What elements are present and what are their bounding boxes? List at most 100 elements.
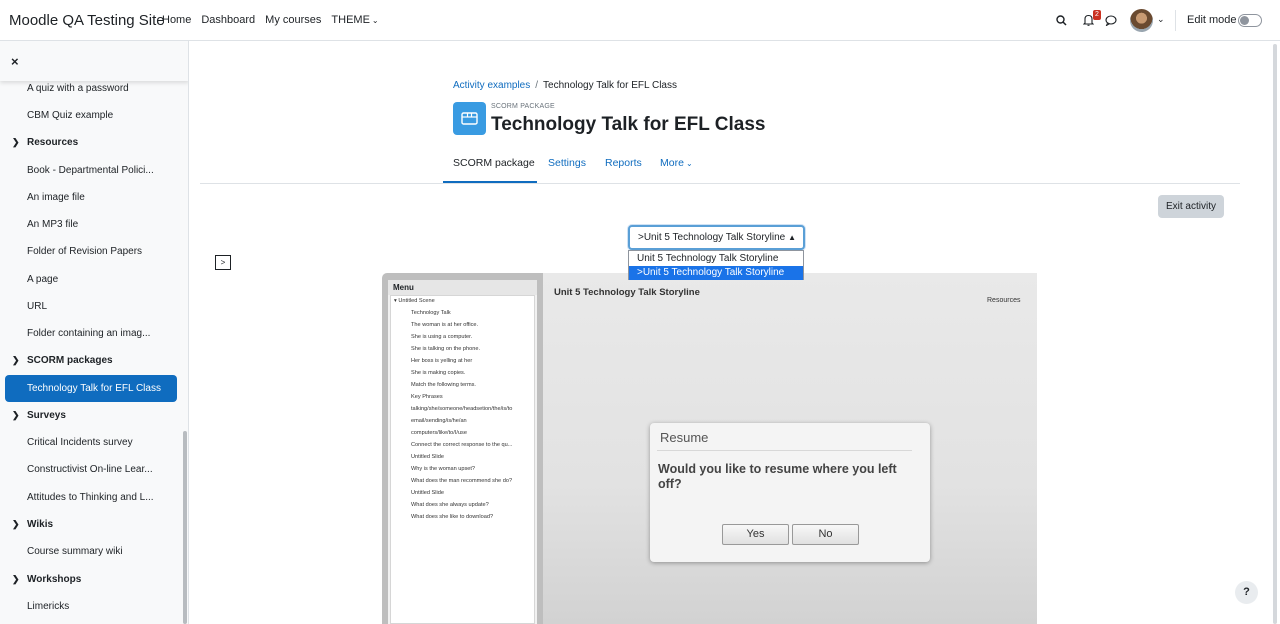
menu-scene-label: Untitled Scene [398, 298, 435, 304]
sidebar-item[interactable]: Book - Departmental Polici... [27, 165, 154, 176]
search-icon[interactable] [1056, 15, 1067, 26]
breadcrumb-current: Technology Talk for EFL Class [543, 80, 677, 91]
tabs-divider [200, 183, 1240, 184]
menu-item[interactable]: Untitled Slide [411, 490, 444, 496]
sco-select-option-selected[interactable]: >Unit 5 Technology Talk Storyline [629, 266, 803, 280]
sco-select-option[interactable]: Unit 5 Technology Talk Storyline [629, 252, 803, 266]
menu-item[interactable]: computers/like/to/I/use [411, 430, 467, 436]
menu-item[interactable]: She is making copies. [411, 370, 465, 376]
sidebar-section-surveys[interactable]: ❯ Surveys [12, 410, 66, 421]
page-scrollbar[interactable] [1273, 44, 1277, 624]
menu-item[interactable]: email/sending/is/he/an [411, 418, 467, 424]
sidebar-item[interactable]: Limericks [27, 601, 69, 612]
sidebar-item[interactable]: Critical Incidents survey [27, 437, 133, 448]
notification-count-badge: 2 [1093, 10, 1101, 20]
sidebar-item[interactable]: URL [27, 301, 47, 312]
no-button[interactable]: No [792, 524, 859, 545]
nav-my-courses[interactable]: My courses [265, 14, 321, 26]
section-label: SCORM packages [27, 355, 113, 366]
message-icon[interactable] [1105, 15, 1117, 26]
chevron-down-icon[interactable]: ⌄ [1157, 14, 1165, 25]
sco-select-value: >Unit 5 Technology Talk Storyline [638, 232, 786, 243]
drawer-header: × [0, 41, 188, 81]
tab-scorm-package[interactable]: SCORM package [453, 157, 535, 169]
menu-item[interactable]: What does the man recommend she do? [411, 478, 512, 484]
sco-select[interactable]: >Unit 5 Technology Talk Storyline ▲ [628, 225, 805, 250]
slide-title: Unit 5 Technology Talk Storyline [554, 287, 700, 298]
course-index-drawer: × A quiz with a password CBM Quiz exampl… [0, 41, 189, 624]
nav-theme-label: THEME [331, 14, 370, 26]
tab-more-label: More [660, 157, 684, 169]
breadcrumb: Activity examples / Technology Talk for EF… [453, 80, 677, 91]
sidebar-item[interactable]: Folder containing an imag... [27, 328, 150, 339]
sidebar-item[interactable]: Course summary wiki [27, 546, 123, 557]
sidebar-scrollbar[interactable] [183, 431, 187, 624]
section-label: Wikis [27, 519, 54, 530]
module-type-label: SCORM PACKAGE [491, 103, 555, 110]
nav-home[interactable]: Home [162, 14, 191, 26]
exit-activity-button[interactable]: Exit activity [1158, 195, 1224, 218]
tab-more[interactable]: More ⌄ [660, 157, 693, 169]
close-icon[interactable]: × [11, 54, 19, 69]
sidebar-item-active[interactable]: Technology Talk for EFL Class [5, 375, 177, 402]
breadcrumb-link[interactable]: Activity examples [453, 80, 530, 91]
page-title: Technology Talk for EFL Class [491, 114, 766, 135]
dialog-title: Resume [660, 430, 709, 445]
menu-item[interactable]: She is talking on the phone. [411, 346, 480, 352]
sidebar-section-workshops[interactable]: ❯ Workshops [12, 574, 81, 585]
menu-item[interactable]: What does she always update? [411, 502, 489, 508]
menu-item[interactable]: Connect the correct response to the qu..… [411, 442, 512, 448]
primary-nav: Home Dashboard My courses THEME ⌄ [162, 14, 399, 26]
sidebar-item[interactable]: A page [27, 274, 58, 285]
menu-item[interactable]: Key Phrases [411, 394, 443, 400]
chevron-down-icon: ⌄ [685, 159, 693, 168]
menu-item[interactable]: Her boss is yelling at her [411, 358, 472, 364]
section-label: Workshops [27, 574, 82, 585]
sidebar-item-label: Technology Talk for EFL Class [27, 383, 161, 394]
menu-item[interactable]: Match the following terms. [411, 382, 476, 388]
navbar-divider [1175, 10, 1176, 31]
site-name[interactable]: Moodle QA Testing Site [9, 12, 165, 29]
scorm-package-icon [453, 102, 486, 135]
top-navbar: Moodle QA Testing Site Home Dashboard My… [0, 0, 1280, 41]
chevron-down-icon: ❯ [12, 574, 20, 584]
sidebar-section-resources[interactable]: ❯ Resources [12, 137, 78, 148]
menu-item[interactable]: Why is the woman upset? [411, 466, 475, 472]
section-label: Surveys [27, 410, 66, 421]
user-avatar[interactable] [1130, 9, 1153, 32]
sidebar-item[interactable]: Constructivist On-line Lear... [27, 464, 153, 475]
sidebar-item[interactable]: Folder of Revision Papers [27, 246, 142, 257]
yes-button[interactable]: Yes [722, 524, 789, 545]
dialog-divider [657, 450, 912, 451]
sidebar-item[interactable]: A quiz with a password [27, 83, 129, 94]
menu-item[interactable]: Untitled Slide [411, 454, 444, 460]
nav-theme[interactable]: THEME ⌄ [331, 14, 388, 26]
menu-item[interactable]: The woman is at her office. [411, 322, 478, 328]
nav-dashboard[interactable]: Dashboard [201, 14, 255, 26]
help-button[interactable]: ? [1235, 581, 1258, 604]
menu-item[interactable]: talking/she/someone/headsetion/the/is/to [411, 406, 512, 412]
breadcrumb-separator: / [535, 80, 539, 91]
sidebar-item[interactable]: Attitudes to Thinking and L... [27, 492, 154, 503]
menu-item[interactable]: She is using a computer. [411, 334, 472, 340]
sidebar-item[interactable]: An image file [27, 192, 85, 203]
player-menu-title: Menu [393, 283, 414, 292]
edit-mode-toggle[interactable] [1238, 14, 1262, 27]
menu-scene[interactable]: ▾ Untitled Scene [394, 298, 435, 304]
sco-select-dropdown: Unit 5 Technology Talk Storyline >Unit 5… [628, 250, 804, 280]
chevron-down-icon: ❯ [12, 355, 20, 365]
sidebar-item[interactable]: CBM Quiz example [27, 110, 113, 121]
sidebar-section-wikis[interactable]: ❯ Wikis [12, 519, 53, 530]
menu-item[interactable]: What does she like to download? [411, 514, 493, 520]
resources-link[interactable]: Resources [987, 297, 1020, 304]
chevron-down-icon: ⌄ [371, 16, 379, 25]
edit-mode-label: Edit mode [1187, 14, 1237, 26]
sidebar-item[interactable]: An MP3 file [27, 219, 78, 230]
dialog-question: Would you like to resume where you left … [658, 462, 897, 491]
tab-reports[interactable]: Reports [605, 157, 642, 169]
sidebar-section-scorm[interactable]: ❯ SCORM packages [12, 355, 113, 366]
select-arrows-icon: ▲ [788, 233, 796, 242]
toc-toggle-button[interactable]: > [215, 255, 231, 270]
tab-settings[interactable]: Settings [548, 157, 586, 169]
menu-item[interactable]: Technology Talk [411, 310, 451, 316]
